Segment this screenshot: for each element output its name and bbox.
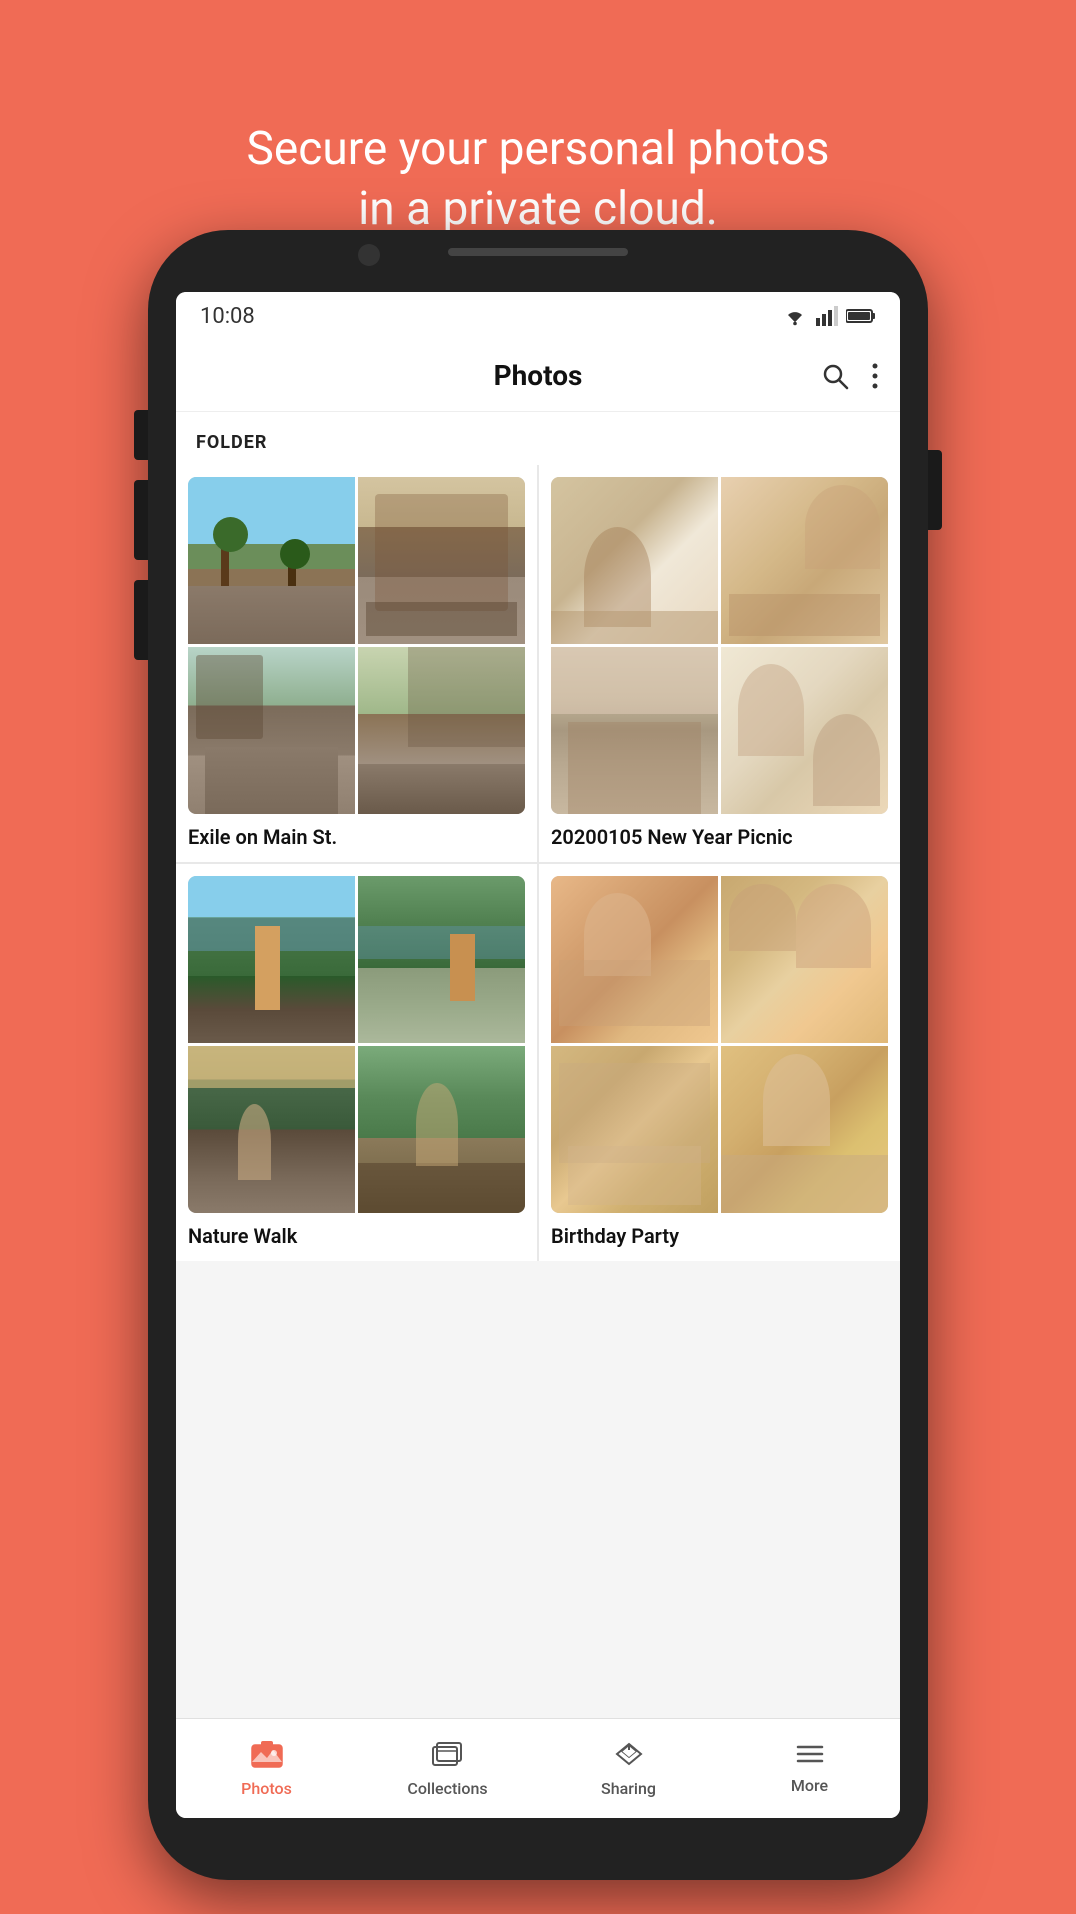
collections-icon [432,1740,464,1773]
phone-device: 10:08 [148,230,928,1880]
nav-item-collections[interactable]: Collections [357,1730,538,1808]
folder-photo [721,1046,888,1213]
folder-name: Nature Walk [188,1223,525,1249]
folder-name: 20200105 New Year Picnic [551,824,888,850]
folder-photo [358,647,525,814]
nav-more-label: More [791,1776,828,1795]
folders-grid: Exile on Main St. [176,465,900,1261]
folder-photo-grid [551,477,888,814]
volume-down-button [134,580,148,660]
folder-photo [358,876,525,1043]
photos-icon [251,1740,283,1773]
nav-collections-label: Collections [407,1779,487,1798]
folder-photo [188,647,355,814]
battery-icon [846,308,876,324]
signal-icon [816,306,838,326]
folder-photo [358,477,525,644]
volume-up-button [134,480,148,560]
folder-card[interactable]: Nature Walk [176,864,537,1261]
phone-shell: 10:08 [148,230,928,1880]
folder-photo [551,477,718,644]
folder-photo [721,647,888,814]
wifi-icon [782,306,808,326]
nav-photos-label: Photos [241,1779,292,1798]
bottom-navigation: Photos Collections [176,1718,900,1818]
folder-photo [188,1046,355,1213]
more-icon [794,1743,826,1770]
nav-item-photos[interactable]: Photos [176,1730,357,1808]
status-icons [782,306,876,326]
folder-card[interactable]: 20200105 New Year Picnic [539,465,900,862]
power-button [928,450,942,530]
folder-card[interactable]: Exile on Main St. [176,465,537,862]
status-bar: 10:08 [176,292,900,340]
folder-section-label: FOLDER [176,412,900,465]
folder-name: Birthday Party [551,1223,888,1249]
status-time: 10:08 [200,304,255,329]
app-bar-actions [800,361,880,391]
nav-sharing-label: Sharing [601,1779,656,1798]
folder-photo [551,647,718,814]
folder-photo-grid [188,876,525,1213]
folder-photo [188,876,355,1043]
folder-name: Exile on Main St. [188,824,525,850]
phone-screen: 10:08 [176,292,900,1818]
folder-card[interactable]: Birthday Party [539,864,900,1261]
folder-photo-grid [188,477,525,814]
scroll-content[interactable]: FOLDER [176,412,900,1718]
folder-photo [721,876,888,1043]
mute-button [134,410,148,460]
folder-photo [721,477,888,644]
folder-photo [551,876,718,1043]
folder-photo [188,477,355,644]
app-bar-title: Photos [494,359,583,392]
app-bar: Photos [176,340,900,412]
folder-photo [551,1046,718,1213]
folder-photo-grid [551,876,888,1213]
more-options-icon[interactable] [870,361,880,391]
nav-item-more[interactable]: More [719,1733,900,1805]
nav-item-sharing[interactable]: Sharing [538,1730,719,1808]
folder-photo [358,1046,525,1213]
sharing-icon [613,1740,645,1773]
search-icon[interactable] [820,361,850,391]
